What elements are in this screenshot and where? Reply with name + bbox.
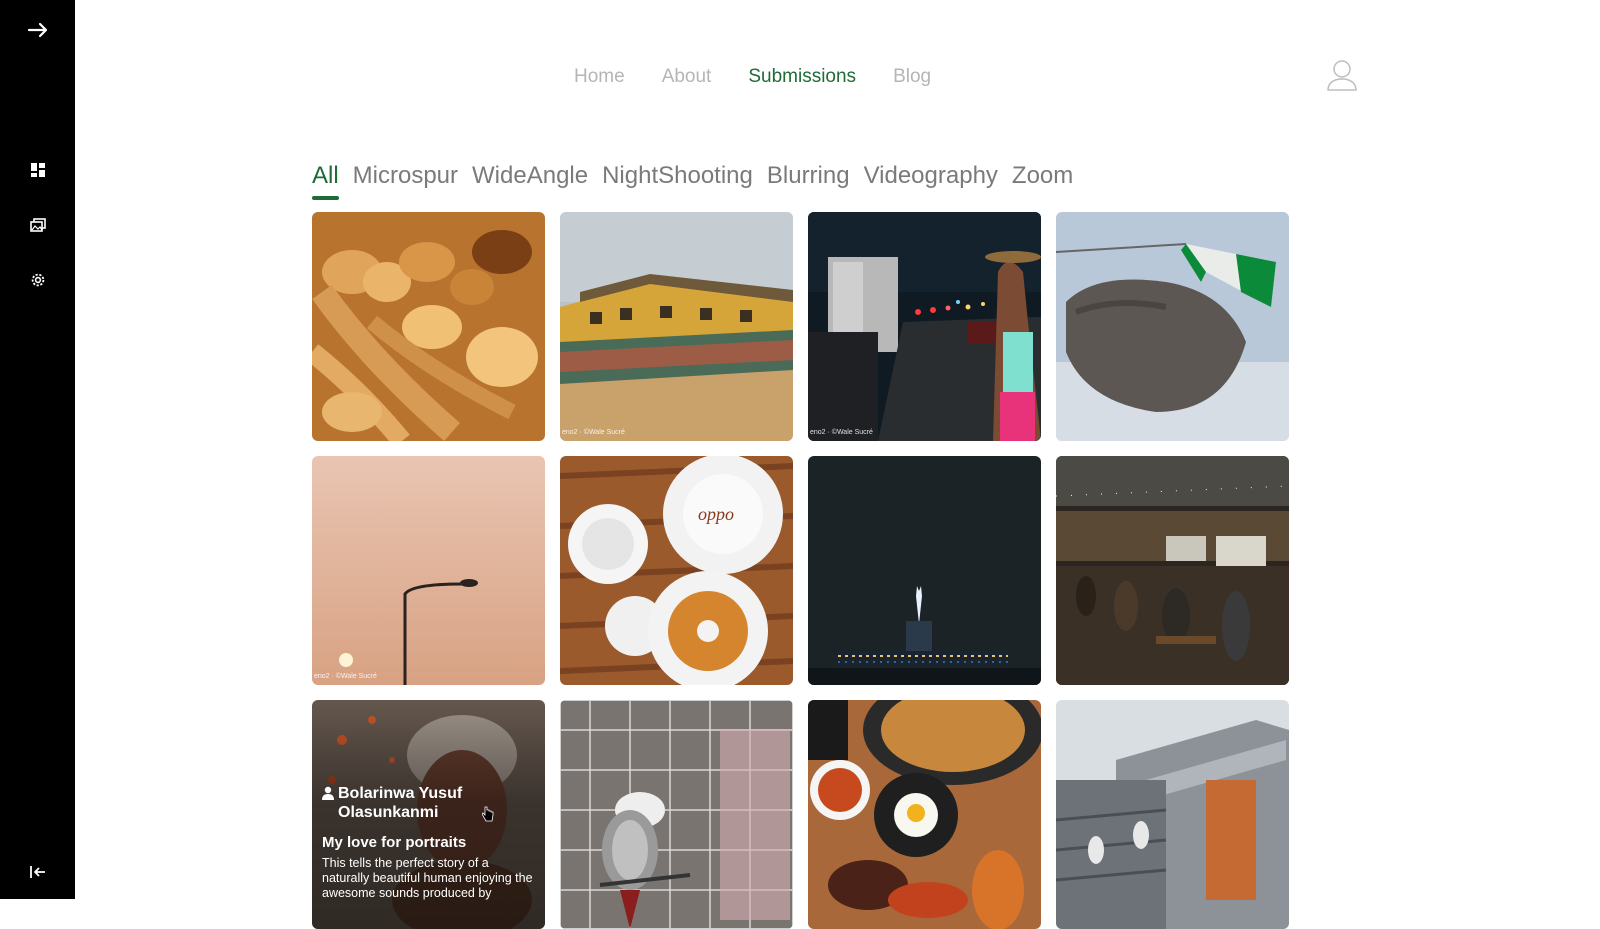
user-outline-icon[interactable] [1325,58,1359,92]
photo-card-coffee-donut[interactable]: oppo [560,456,793,685]
photo-bread [312,212,545,441]
photo-watermark: eno2 · ©Wale Sucré [562,429,625,436]
photo-hand-flag [1056,212,1289,441]
tab-all[interactable]: All [312,162,339,200]
photo-card-night-tower[interactable] [808,456,1041,685]
arrow-right-icon[interactable] [0,14,75,46]
settings-icon[interactable] [0,268,75,292]
dashboard-icon[interactable] [0,158,75,182]
tab-microspur[interactable]: Microspur [353,162,458,190]
tab-videography[interactable]: Videography [864,162,998,190]
photo-card-night-traffic[interactable]: eno2 · ©Wale Sucré [808,212,1041,441]
tab-zoom[interactable]: Zoom [1012,162,1073,190]
svg-text:oppo: oppo [698,504,734,524]
category-tabs: All Microspur WideAngle NightShooting Bl… [312,162,1073,200]
sidebar [0,0,75,899]
photo-sunset-streetlight [312,456,545,685]
post-title[interactable]: My love for portraits [322,834,535,851]
photo-card-food-table[interactable] [808,700,1041,929]
photo-card-portrait[interactable]: Bolarinwa Yusuf Olasunkanmi My love for … [312,700,545,929]
tab-wideangle[interactable]: WideAngle [472,162,588,190]
photo-card-bread[interactable] [312,212,545,441]
photo-card-parrot[interactable] [560,700,793,929]
tab-blurring[interactable]: Blurring [767,162,850,190]
photo-card-building-mural[interactable]: eno2 · ©Wale Sucré [560,212,793,441]
photo-night-traffic [808,212,1041,441]
nav-blog[interactable]: Blog [893,66,931,88]
nav-home[interactable]: Home [574,66,625,88]
photo-night-market [1056,456,1289,685]
hand-cursor-icon [481,806,494,827]
nav-submissions[interactable]: Submissions [748,66,856,88]
photo-info-overlay: Bolarinwa Yusuf Olasunkanmi My love for … [312,700,545,929]
photo-grid: eno2 · ©Wale Sucré eno2 · ©Wale Sucré en… [312,212,1292,929]
author-name[interactable]: Bolarinwa Yusuf Olasunkanmi [338,784,535,822]
photo-watermark: eno2 · ©Wale Sucré [810,429,873,436]
photo-card-stadium[interactable] [1056,700,1289,929]
photo-stadium [1056,700,1289,929]
post-description: This tells the perfect story of a natura… [322,856,533,900]
gallery-icon[interactable] [0,213,75,237]
author-row: Bolarinwa Yusuf Olasunkanmi [322,784,535,822]
photo-watermark: eno2 · ©Wale Sucré [314,673,377,680]
photo-card-hand-flag[interactable] [1056,212,1289,441]
photo-card-night-market[interactable] [1056,456,1289,685]
photo-night-tower [808,456,1041,685]
nav-about[interactable]: About [662,66,712,88]
tab-nightshooting[interactable]: NightShooting [602,162,753,190]
photo-card-sunset-streetlight[interactable]: eno2 · ©Wale Sucré [312,456,545,685]
top-nav: Home About Submissions Blog [574,66,931,88]
photo-food-table [808,700,1041,929]
photo-coffee-donut: oppo [560,456,793,685]
person-icon [322,786,334,822]
logout-icon[interactable] [0,860,75,884]
photo-parrot [560,700,793,929]
photo-building-mural [560,212,793,441]
